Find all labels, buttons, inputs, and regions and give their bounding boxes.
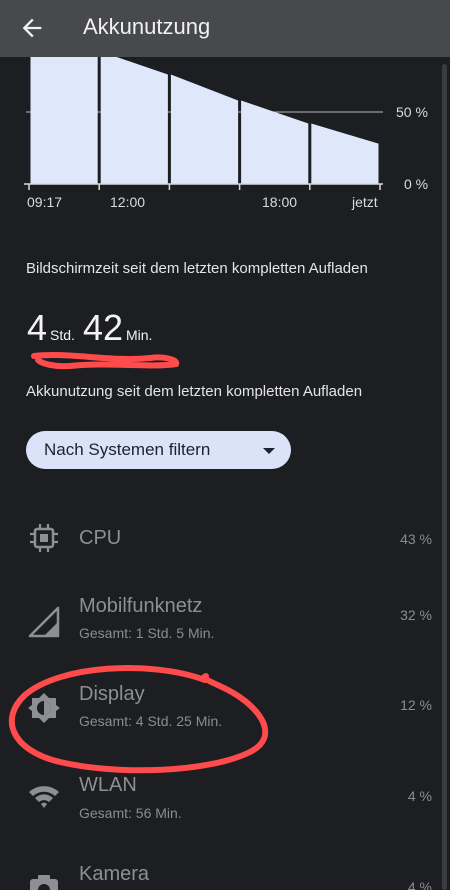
back-arrow-icon[interactable] xyxy=(18,14,46,42)
usage-item-title: WLAN xyxy=(79,774,137,796)
page-title: Akkunutzung xyxy=(83,14,211,39)
screen-time-minutes: 42 xyxy=(82,307,123,348)
filter-label: Nach Systemen filtern xyxy=(44,440,211,459)
screen-time-hours: 4 xyxy=(27,307,48,348)
x-tick-label-now: jetzt xyxy=(351,194,378,210)
screen-time-label: Bildschirmzeit seit dem letzten komplett… xyxy=(26,260,368,277)
usage-item-cpu[interactable]: CPU 43 % xyxy=(0,512,450,572)
brightness-icon xyxy=(28,693,60,723)
usage-item-wlan[interactable]: WLAN Gesamt: 56 Min. 4 % xyxy=(0,770,450,830)
usage-item-percent: 12 % xyxy=(400,697,432,713)
battery-usage-label: Akkunutzung seit dem letzten kompletten … xyxy=(26,383,363,400)
usage-item-display[interactable]: Display Gesamt: 4 Std. 25 Min. 12 % xyxy=(0,680,450,740)
screen-time-value: 4 Std. 42 Min. xyxy=(27,307,160,349)
y-tick-label-0: 0 % xyxy=(404,176,428,192)
cpu-icon xyxy=(30,524,58,552)
signal-icon xyxy=(28,606,60,638)
chart-bar xyxy=(100,57,168,184)
battery-level-chart: 50 % 0 % 09:17 12:00 18:00 jetzt xyxy=(24,57,428,210)
usage-item-percent: 4 % xyxy=(407,788,432,804)
usage-item-percent: 32 % xyxy=(400,607,432,623)
usage-item-title: Mobilfunknetz xyxy=(79,595,203,617)
wifi-icon xyxy=(29,786,59,808)
chart-bar xyxy=(170,74,239,184)
chart-bar xyxy=(30,57,98,184)
content: 50 % 0 % 09:17 12:00 18:00 jetzt Bildsch… xyxy=(0,57,450,890)
usage-item-title: Display xyxy=(79,683,145,705)
x-tick-label-noon: 12:00 xyxy=(110,194,145,210)
usage-item-percent: 4 % xyxy=(407,879,432,890)
usage-item-title: CPU xyxy=(79,527,122,549)
chart-bar xyxy=(241,100,309,184)
screen-time-hours-unit: Std. xyxy=(50,327,75,343)
chart-bar xyxy=(311,123,379,184)
dropdown-caret-icon xyxy=(263,448,275,454)
x-tick-label-evening: 18:00 xyxy=(262,194,297,210)
x-tick-label-start: 09:17 xyxy=(27,194,62,210)
camera-icon xyxy=(30,875,58,890)
usage-item-percent: 43 % xyxy=(400,531,432,547)
usage-item-mobile-network[interactable]: Mobilfunknetz Gesamt: 1 Std. 5 Min. 32 % xyxy=(0,590,450,650)
usage-item-title: Kamera xyxy=(79,863,150,885)
screen-time-minutes-unit: Min. xyxy=(125,327,153,343)
app-bar: Akkunutzung xyxy=(0,0,450,57)
usage-item-subtitle: Gesamt: 4 Std. 25 Min. xyxy=(79,713,223,729)
usage-item-subtitle: Gesamt: 1 Std. 5 Min. xyxy=(79,625,215,641)
y-tick-label-50: 50 % xyxy=(396,104,428,120)
usage-item-subtitle: Gesamt: 56 Min. xyxy=(79,805,182,821)
filter-dropdown-button[interactable]: Nach Systemen filtern xyxy=(26,431,291,469)
usage-item-camera[interactable]: Kamera 4 % xyxy=(0,857,450,890)
